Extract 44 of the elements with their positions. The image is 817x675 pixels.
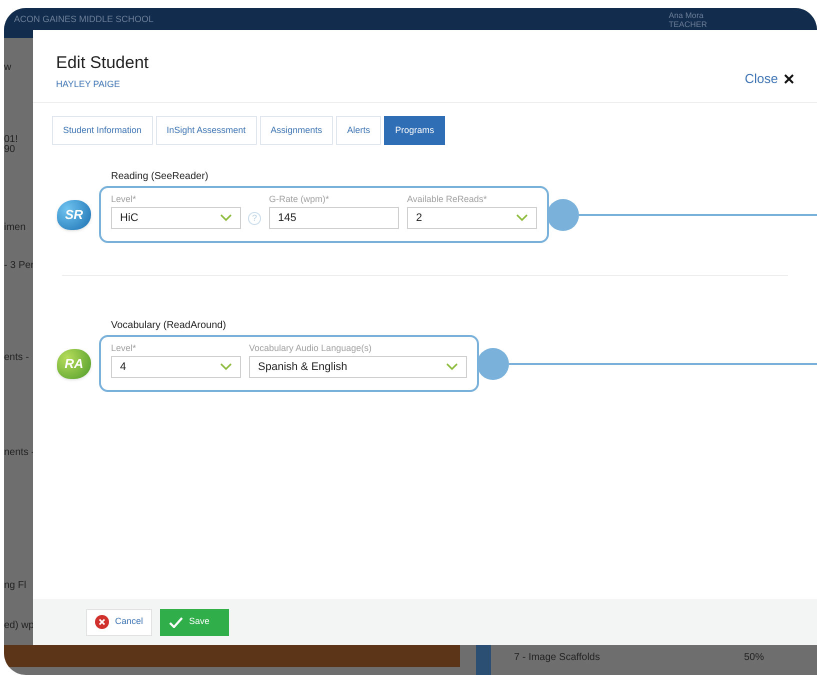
field-label: Level*	[111, 193, 138, 205]
checkmark-icon	[169, 616, 184, 628]
tab[interactable]: Alerts	[336, 116, 382, 145]
close-button[interactable]: Close	[744, 69, 794, 88]
tab[interactable]: Assignments	[260, 116, 334, 145]
school-name: ACON GAINES MIDDLE SCHOOL	[14, 13, 154, 26]
close-icon	[784, 74, 794, 84]
chevron-down-icon	[446, 363, 458, 371]
dialog-title: Edit Student	[56, 52, 149, 74]
student-name: HAYLEY PAIGE	[56, 78, 122, 90]
cancel-button[interactable]: Cancel	[86, 608, 152, 636]
chevron-down-icon	[220, 363, 232, 371]
background-bar	[476, 645, 491, 675]
cancel-icon	[95, 615, 109, 629]
field-label: Available ReReads*	[407, 193, 488, 205]
tab[interactable]: Programs	[384, 116, 446, 145]
background-text: 90	[4, 143, 16, 157]
program-logo-icon: SR	[57, 200, 91, 230]
field-label: Vocabulary Audio Language(s)	[249, 342, 373, 354]
dropdown[interactable]: HiC	[111, 207, 241, 229]
background-text: - 3 Per	[4, 259, 34, 273]
program-title: Reading (SeeReader)	[111, 170, 210, 184]
background-text: ents -	[4, 351, 30, 365]
input-field[interactable]: 145	[269, 207, 399, 229]
tab[interactable]: InSight Assessment	[156, 116, 257, 145]
tab[interactable]: Student Information	[52, 116, 153, 145]
background-text: 7 - Image Scaffolds	[514, 651, 600, 665]
dropdown[interactable]: 4	[111, 356, 241, 378]
field-label: Level*	[111, 342, 138, 354]
program-logo-icon: RA	[57, 348, 91, 378]
background-text: ng Fl	[4, 579, 26, 593]
background-text: 50%	[744, 651, 764, 665]
background-text: 01!	[4, 133, 18, 145]
save-button[interactable]: Save	[160, 608, 230, 636]
field-label: G-Rate (wpm)*	[269, 193, 330, 205]
user-role: TEACHER	[668, 20, 707, 29]
background-text: w	[4, 61, 12, 75]
program-title: Vocabulary (ReadAround)	[111, 319, 228, 333]
user-name: Ana Mora	[668, 11, 704, 20]
dropdown[interactable]: 2	[407, 207, 537, 229]
background-text: imen	[4, 221, 26, 235]
dropdown[interactable]: Spanish & English	[249, 356, 467, 378]
chevron-down-icon	[516, 214, 528, 222]
chevron-down-icon	[220, 214, 232, 222]
